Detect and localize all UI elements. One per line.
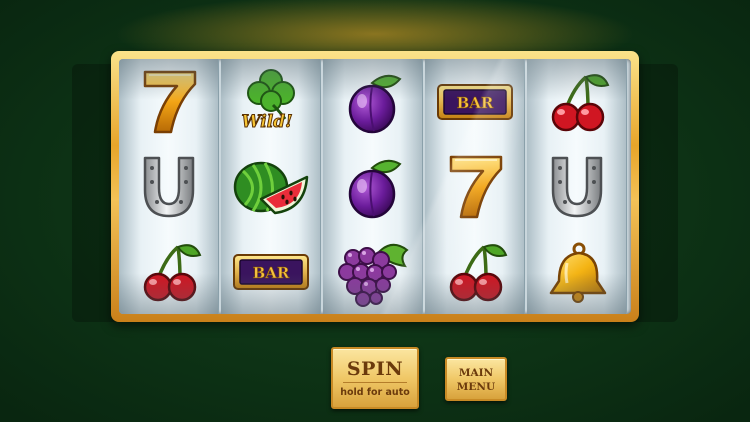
grapes-icon xyxy=(323,229,423,314)
spin-button-divider xyxy=(343,382,407,383)
reel-5 xyxy=(527,59,627,314)
spin-button-label: SPIN xyxy=(346,358,404,380)
main-menu-button[interactable]: MAIN MENU xyxy=(445,357,507,401)
svg-text:Wild!: Wild! xyxy=(241,112,292,132)
cherry-icon xyxy=(527,59,627,144)
main-menu-label-line1: MAIN xyxy=(458,367,494,379)
cherry-icon xyxy=(425,229,525,314)
reel-4: BAR xyxy=(425,59,525,314)
bell-icon xyxy=(527,229,627,314)
reel-1 xyxy=(119,59,219,314)
main-menu-label-line2: MENU xyxy=(456,381,496,393)
reels-window: Wild! BAR BAR xyxy=(119,59,631,314)
seven-icon xyxy=(425,144,525,229)
reel-2: Wild! BAR xyxy=(221,59,321,314)
svg-text:BAR: BAR xyxy=(253,264,290,282)
bar-icon: BAR xyxy=(221,229,321,314)
clover-wild-icon: Wild! xyxy=(221,59,321,144)
svg-text:BAR: BAR xyxy=(457,94,494,112)
plum-icon xyxy=(323,59,423,144)
bar-icon: BAR xyxy=(425,59,525,144)
cherry-icon xyxy=(119,229,219,314)
spin-button-hint: hold for auto xyxy=(340,387,410,398)
slot-machine-frame: Wild! BAR BAR xyxy=(111,51,639,322)
watermelon-icon xyxy=(221,144,321,229)
horseshoe-icon xyxy=(119,144,219,229)
seven-icon xyxy=(119,59,219,144)
plum-icon xyxy=(323,144,423,229)
horseshoe-icon xyxy=(527,144,627,229)
spin-button[interactable]: SPIN hold for auto xyxy=(331,347,419,409)
reel-3 xyxy=(323,59,423,314)
